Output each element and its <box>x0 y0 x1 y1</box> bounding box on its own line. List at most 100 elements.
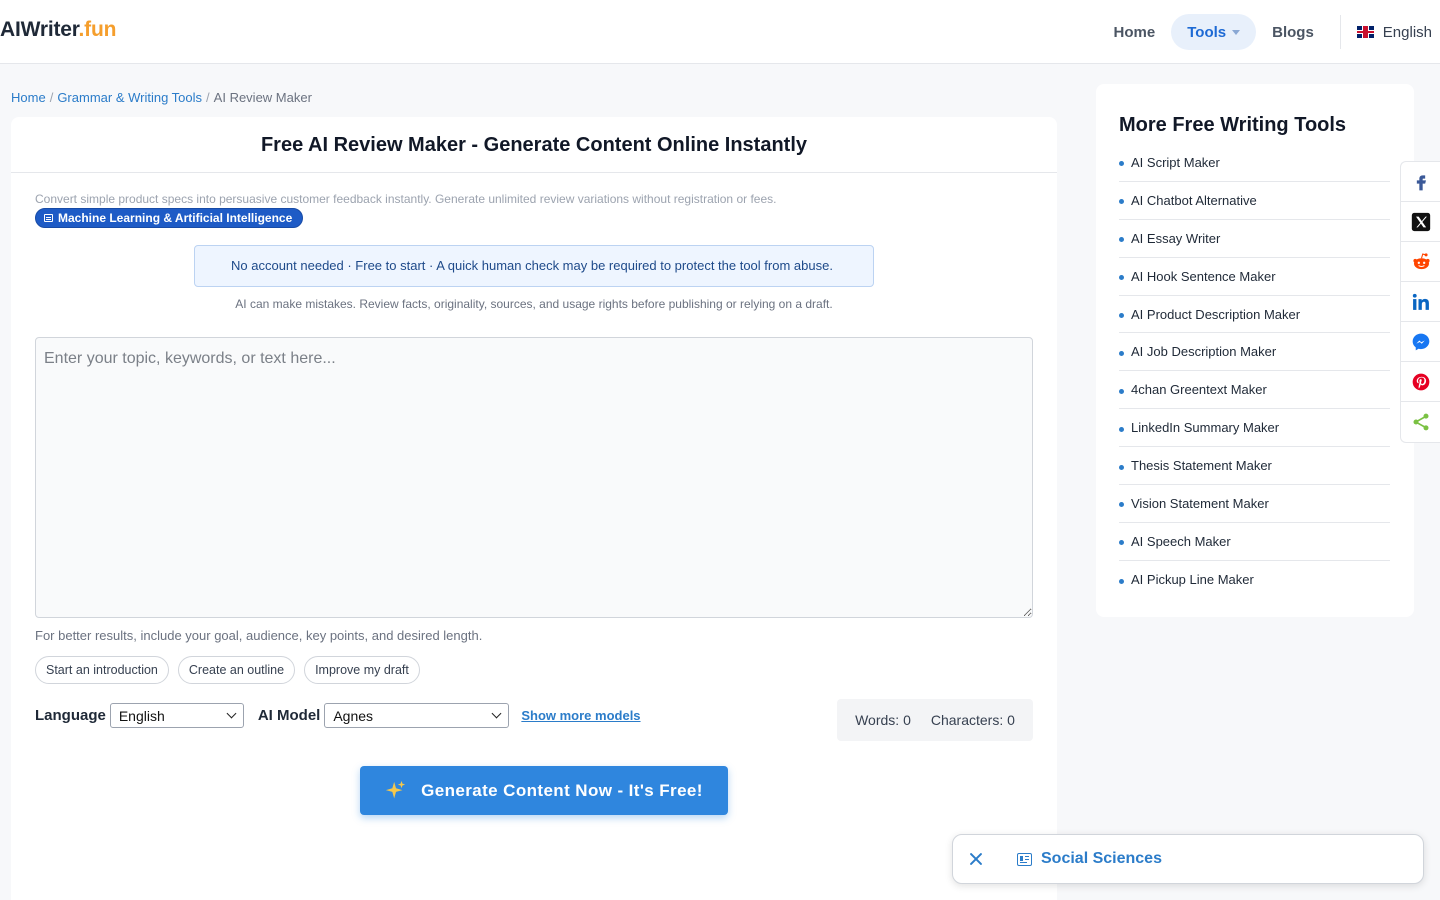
breadcrumb-home[interactable]: Home <box>11 90 46 105</box>
input-hint: For better results, include your goal, a… <box>35 628 483 643</box>
uk-flag-icon <box>1356 26 1374 38</box>
related-tool-link[interactable]: Vision Statement Maker <box>1119 485 1390 523</box>
language-label: English <box>1382 23 1432 41</box>
breadcrumb-category[interactable]: Grammar & Writing Tools <box>57 90 202 105</box>
nav-blogs[interactable]: Blogs <box>1256 14 1330 50</box>
breadcrumb-separator: / <box>49 90 54 105</box>
category-toast-link[interactable]: Social Sciences <box>1017 850 1162 868</box>
related-tool-link[interactable]: AI Pickup Line Maker <box>1119 561 1390 599</box>
x-icon <box>1411 212 1431 231</box>
bullet-icon <box>1119 464 1124 470</box>
character-count: Characters: 0 <box>930 712 1015 728</box>
related-tools-list: AI Script Maker AI Chatbot Alternative A… <box>1119 144 1390 599</box>
language-select[interactable]: English <box>109 703 244 728</box>
page-title: Free AI Review Maker - Generate Content … <box>11 117 1057 173</box>
related-tool-label: AI Job Description Maker <box>1131 344 1277 360</box>
prompt-chips: Start an introduction Create an outline … <box>35 656 420 684</box>
related-tool-link[interactable]: AI Speech Maker <box>1119 523 1390 561</box>
reddit-icon <box>1412 252 1430 269</box>
messenger-icon <box>1412 333 1430 350</box>
related-tools-title: More Free Writing Tools <box>1119 114 1347 136</box>
share-pinterest[interactable] <box>1401 362 1440 402</box>
close-icon[interactable] <box>968 851 984 867</box>
bullet-icon <box>1119 540 1124 546</box>
related-tool-label: Thesis Statement Maker <box>1131 458 1272 474</box>
category-badge-label: Machine Learning & Artificial Intelligen… <box>58 211 293 225</box>
free-notice: No account needed · Free to start · A qu… <box>194 245 874 287</box>
related-tool-label: AI Hook Sentence Maker <box>1131 268 1276 284</box>
generate-button[interactable]: Generate Content Now - It's Free! <box>360 766 728 815</box>
share-linkedin[interactable] <box>1401 282 1440 322</box>
chevron-down-icon <box>226 708 237 719</box>
model-select-value: Agnes <box>333 707 374 724</box>
site-logo[interactable]: AIWriter.fun <box>0 18 116 42</box>
share-bar <box>1400 161 1440 443</box>
nav-divider <box>1339 15 1341 49</box>
language-select-value: English <box>118 707 165 724</box>
related-tool-label: Vision Statement Maker <box>1131 495 1269 511</box>
related-tool-label: AI Chatbot Alternative <box>1131 192 1257 208</box>
bullet-icon <box>1119 578 1124 584</box>
nav-home[interactable]: Home <box>1098 14 1172 50</box>
category-badge[interactable]: Machine Learning & Artificial Intelligen… <box>35 208 304 228</box>
word-count: Words: 0 <box>855 712 911 728</box>
bullet-icon <box>1119 426 1124 432</box>
related-tool-label: AI Script Maker <box>1131 154 1220 170</box>
sparkle-icon <box>386 780 406 798</box>
bullet-icon <box>1119 313 1124 318</box>
related-tool-link[interactable]: AI Script Maker <box>1119 144 1390 182</box>
nav-tools-label: Tools <box>1187 23 1227 41</box>
related-tools-panel: More Free Writing Tools AI Script Maker … <box>1096 84 1414 617</box>
language-switcher[interactable]: English <box>1349 24 1432 41</box>
topic-input[interactable] <box>35 337 1033 618</box>
related-tool-link[interactable]: AI Chatbot Alternative <box>1119 182 1390 220</box>
site-header: AIWriter.fun Home Tools Blogs English <box>0 0 1440 64</box>
bullet-icon <box>1119 275 1124 281</box>
related-tool-link[interactable]: 4chan Greentext Maker <box>1119 371 1390 410</box>
chip-start-introduction[interactable]: Start an introduction <box>35 656 169 684</box>
bullet-icon <box>1119 388 1124 394</box>
bullet-icon <box>1119 502 1124 508</box>
bullet-icon <box>1119 350 1124 356</box>
related-tool-link[interactable]: Thesis Statement Maker <box>1119 447 1390 486</box>
related-tool-link[interactable]: AI Essay Writer <box>1119 220 1390 258</box>
bullet-icon <box>1119 237 1124 243</box>
category-toast: Social Sciences <box>952 834 1424 884</box>
chevron-down-icon <box>1232 29 1241 35</box>
ai-disclaimer: AI can make mistakes. Review facts, orig… <box>235 297 833 311</box>
generate-button-label: Generate Content Now - It's Free! <box>421 780 703 800</box>
chevron-down-icon <box>491 708 502 719</box>
bullet-icon <box>1119 199 1124 205</box>
share-more[interactable] <box>1401 402 1440 442</box>
related-tool-label: LinkedIn Summary Maker <box>1131 420 1280 436</box>
related-tool-link[interactable]: LinkedIn Summary Maker <box>1119 409 1390 448</box>
main-nav: Home Tools Blogs English <box>1098 14 1432 50</box>
logo-text: AIWriter <box>0 18 79 41</box>
related-tool-label: AI Essay Writer <box>1131 230 1221 246</box>
bullet-icon <box>1119 161 1124 167</box>
share-reddit[interactable] <box>1401 242 1440 282</box>
category-toast-label: Social Sciences <box>1041 850 1162 867</box>
model-select-label: AI Model <box>257 707 321 724</box>
related-tool-link[interactable]: AI Product Description Maker <box>1119 296 1390 334</box>
facebook-icon <box>1416 174 1426 190</box>
word-counter: Words: 0 Characters: 0 <box>837 699 1033 741</box>
pinterest-icon <box>1412 373 1430 390</box>
nav-tools[interactable]: Tools <box>1171 14 1257 50</box>
share-icon <box>1413 413 1429 431</box>
newspaper-icon <box>44 214 53 222</box>
tool-description: Convert simple product specs into persua… <box>35 192 777 206</box>
share-facebook[interactable] <box>1401 162 1440 202</box>
related-tool-label: AI Pickup Line Maker <box>1131 572 1254 588</box>
share-messenger[interactable] <box>1401 322 1440 362</box>
model-select[interactable]: Agnes <box>324 703 510 728</box>
logo-accent: .fun <box>78 18 117 41</box>
related-tool-link[interactable]: AI Hook Sentence Maker <box>1119 258 1390 296</box>
share-x[interactable] <box>1401 202 1440 242</box>
chip-create-outline[interactable]: Create an outline <box>177 656 296 684</box>
show-more-models-link[interactable]: Show more models <box>521 708 640 723</box>
chip-improve-draft[interactable]: Improve my draft <box>304 656 420 684</box>
generation-options: Language English AI Model Agnes Show mor… <box>35 703 641 728</box>
tool-card: Free AI Review Maker - Generate Content … <box>11 117 1057 900</box>
related-tool-link[interactable]: AI Job Description Maker <box>1119 333 1390 372</box>
